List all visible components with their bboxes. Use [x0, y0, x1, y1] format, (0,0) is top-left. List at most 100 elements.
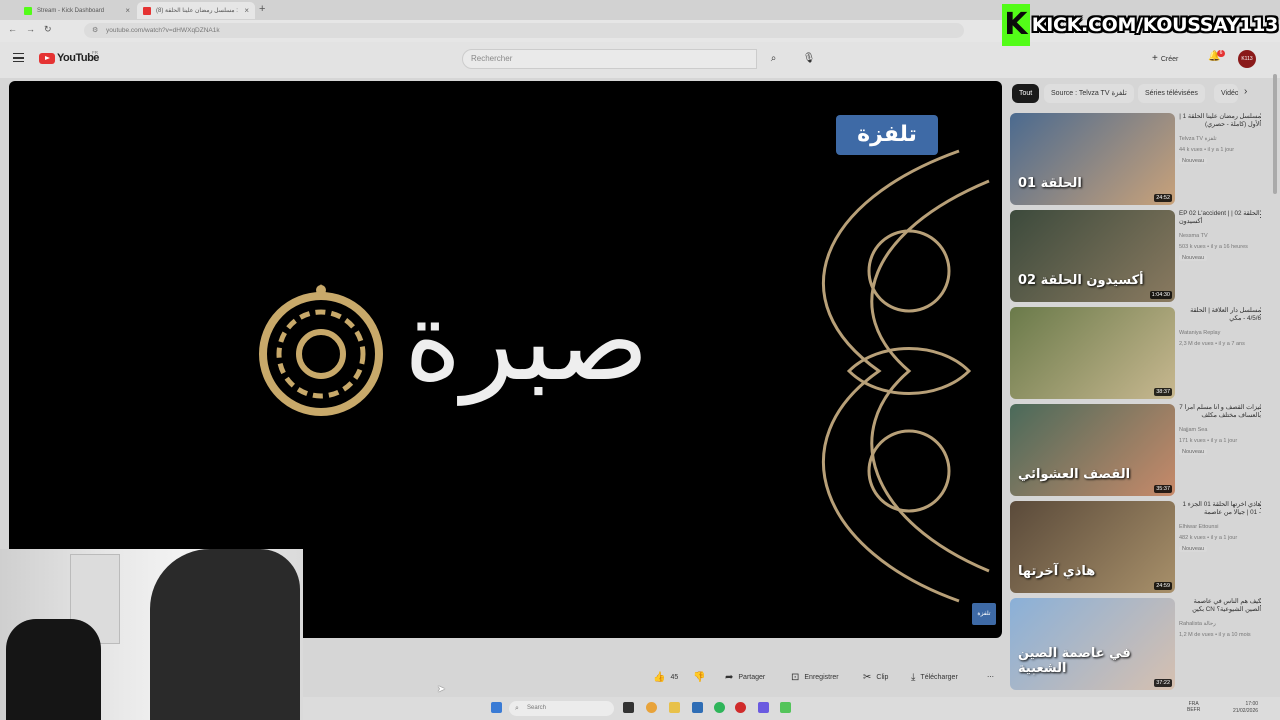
mouse-cursor-icon: ➤	[437, 684, 446, 695]
video-title[interactable]: مسلسل رمضان علينا الحلقة 1 | الأول (كامل…	[1179, 113, 1261, 129]
new-badge: Nouveau	[1179, 255, 1208, 261]
channel-name[interactable]: Najjam Sea	[1179, 427, 1207, 433]
video-title[interactable]: هاذي آخرتها الحلقة 01 الجزء 1 - 01 | جيا…	[1179, 501, 1262, 517]
video-thumbnail[interactable]: القصف العشوائي 35:37	[1010, 404, 1175, 496]
more-options-icon[interactable]: ⋮	[1256, 598, 1265, 607]
scrollbar-thumb[interactable]	[1273, 74, 1277, 194]
more-actions-button[interactable]: ⋯	[987, 668, 994, 688]
file-explorer-icon[interactable]	[669, 702, 680, 713]
video-title[interactable]: كيف هم الناس في عاصمة الصين الشيوعية؟ CN…	[1179, 598, 1261, 614]
new-badge: Nouveau	[1179, 546, 1208, 552]
kick-app-icon[interactable]	[780, 702, 791, 713]
windows-start-icon[interactable]	[491, 702, 502, 713]
microphone-icon: 🎙	[802, 53, 816, 64]
browser-tab-youtube[interactable]: (8) مسلسل رمضان علينا الحلقة : ×	[137, 2, 255, 19]
create-button[interactable]: + Créer	[1152, 51, 1178, 67]
video-title[interactable]: تيزات القصف و أنا مسلم أمرا 7 بالعساف مخ…	[1179, 404, 1261, 420]
address-bar[interactable]: ⚙ youtube.com/watch?v=dHWXqDZNA1k	[84, 23, 964, 38]
channel-name[interactable]: Nessma TV	[1179, 233, 1208, 239]
video-thumbnail[interactable]: أكسيدون الحلقة 02 1:04:30	[1010, 210, 1175, 302]
task-view-icon[interactable]	[623, 702, 634, 713]
voice-search-button[interactable]: 🎙	[798, 49, 820, 69]
gaming-chair	[6, 619, 101, 720]
arabesque-pattern-icon	[822, 149, 990, 603]
taskbar-search[interactable]: ⌕ Search	[509, 701, 614, 716]
recommendation-item[interactable]: 38:37 مسلسل دار العلاقة | الحلقة 4/5/6 - …	[1010, 307, 1268, 399]
input-language[interactable]: FRA BEFR	[1187, 701, 1200, 713]
search-icon: ⌕	[770, 53, 777, 64]
video-thumbnail[interactable]: هاذي آخرتها 24:59	[1010, 501, 1175, 593]
discord-icon[interactable]	[758, 702, 769, 713]
menu-icon[interactable]	[13, 53, 24, 62]
youtube-header: YouTube FR Rechercher ⌕ 🎙 + Créer 🔔 6 K11…	[0, 42, 1280, 78]
video-thumbnail[interactable]: الحلقة 01 24:52	[1010, 113, 1175, 205]
thumbnail-caption: هاذي آخرتها	[1018, 564, 1096, 579]
chip-tv-series[interactable]: Séries télévisées	[1138, 84, 1205, 103]
recommendation-item[interactable]: أكسيدون الحلقة 02 1:04:30 EP 02 L'accident…	[1010, 210, 1268, 302]
whatsapp-icon[interactable]	[714, 702, 725, 713]
channel-name[interactable]: Wataniya Replay	[1179, 330, 1220, 336]
save-label: Enregistrer	[804, 674, 839, 681]
chip-all[interactable]: Tout	[1012, 84, 1040, 103]
more-options-icon[interactable]: ⋮	[1256, 404, 1265, 413]
more-options-icon[interactable]: ⋮	[1256, 113, 1265, 122]
video-meta: 1,2 M de vues • il y a 10 mois	[1179, 632, 1251, 638]
clock[interactable]: 17:00 21/02/2026	[1233, 701, 1258, 715]
recommendation-item[interactable]: هاذي آخرتها 24:59 هاذي آخرتها الحلقة 01 ال…	[1010, 501, 1268, 593]
back-button[interactable]: ←	[8, 24, 17, 34]
save-button[interactable]: ⊡ Enregistrer	[791, 668, 839, 688]
channel-name[interactable]: Elhiwar Ettounsi	[1179, 524, 1218, 530]
browser-tab-kick[interactable]: Stream - Kick Dashboard ×	[18, 2, 136, 19]
ornament-rosette-icon	[259, 284, 383, 416]
reload-button[interactable]: ↻	[44, 24, 52, 35]
video-meta: 503 k vues • il y a 16 heures	[1179, 244, 1248, 250]
page-scrollbar[interactable]	[1273, 44, 1278, 696]
channel-name[interactable]: Telvza TV تلفزة	[1179, 136, 1217, 142]
thumbs-down-icon: 👎	[693, 672, 706, 683]
video-meta: 482 k vues • il y a 1 jour	[1179, 535, 1238, 541]
chip-source[interactable]: Source : Telvza TV تلفزة	[1044, 84, 1134, 103]
video-title[interactable]: EP 02 L'accident | الحلقة 02 | أكسيدون	[1179, 210, 1261, 226]
search-button[interactable]: ⌕	[757, 49, 790, 69]
opera-icon[interactable]	[735, 702, 746, 713]
recommendation-item[interactable]: في عاصمة الصين الشعبية 37:22 كيف هم الناس …	[1010, 598, 1268, 690]
streamer	[150, 549, 300, 720]
share-icon: ➦	[725, 672, 734, 683]
close-tab-icon[interactable]: ×	[244, 6, 249, 15]
tab-title: (8) مسلسل رمضان علينا الحلقة :	[156, 8, 238, 14]
avatar[interactable]: K113	[1238, 50, 1256, 68]
video-title[interactable]: مسلسل دار العلاقة | الحلقة 4/5/6 - مكي	[1179, 307, 1261, 323]
chip-videos[interactable]: Vidéos	[1214, 84, 1238, 103]
recommendation-item[interactable]: الحلقة 01 24:52 مسلسل رمضان علينا الحلقة 1…	[1010, 113, 1268, 205]
video-thumbnail[interactable]: 38:37	[1010, 307, 1175, 399]
chips-next-chevron-icon[interactable]: ›	[1244, 86, 1247, 97]
thumbnail-caption: في عاصمة الصين الشعبية	[1018, 646, 1131, 676]
video-thumbnail[interactable]: في عاصمة الصين الشعبية 37:22	[1010, 598, 1175, 690]
more-options-icon[interactable]: ⋮	[1256, 307, 1265, 316]
store-icon[interactable]	[692, 702, 703, 713]
chrome-icon[interactable]	[646, 702, 657, 713]
share-button[interactable]: ➦ Partager	[725, 668, 765, 688]
region-code: FR	[92, 50, 98, 55]
forward-button[interactable]: →	[26, 24, 35, 34]
kick-overlay: K KICK.COM/KOUSSAY113	[1002, 4, 1278, 46]
channel-name[interactable]: Rahalista رحالة	[1179, 621, 1216, 627]
like-button[interactable]: 👍 45	[653, 668, 678, 688]
search-input[interactable]: Rechercher	[462, 49, 757, 69]
clip-button[interactable]: ✂ Clip	[863, 668, 888, 688]
dislike-button[interactable]: 👎	[693, 668, 710, 688]
show-title-card: صبرة	[404, 277, 649, 405]
recommendation-item[interactable]: القصف العشوائي 35:37 تيزات القصف و أنا مسل…	[1010, 404, 1268, 496]
thumbnail-caption: الحلقة 01	[1018, 176, 1082, 191]
youtube-logo-icon[interactable]	[39, 53, 55, 64]
thumbnail-caption: أكسيدون الحلقة 02	[1018, 273, 1144, 288]
site-info-icon[interactable]: ⚙	[92, 23, 98, 38]
webcam-feed	[0, 549, 303, 720]
new-tab-button[interactable]: +	[259, 3, 265, 15]
download-button[interactable]: ⤓ Télécharger	[911, 668, 958, 688]
more-options-icon[interactable]: ⋮	[1256, 210, 1265, 219]
plus-icon: +	[1152, 53, 1158, 64]
more-options-icon[interactable]: ⋮	[1256, 501, 1265, 510]
kick-logo-icon: K	[1002, 4, 1030, 46]
close-tab-icon[interactable]: ×	[125, 6, 130, 15]
